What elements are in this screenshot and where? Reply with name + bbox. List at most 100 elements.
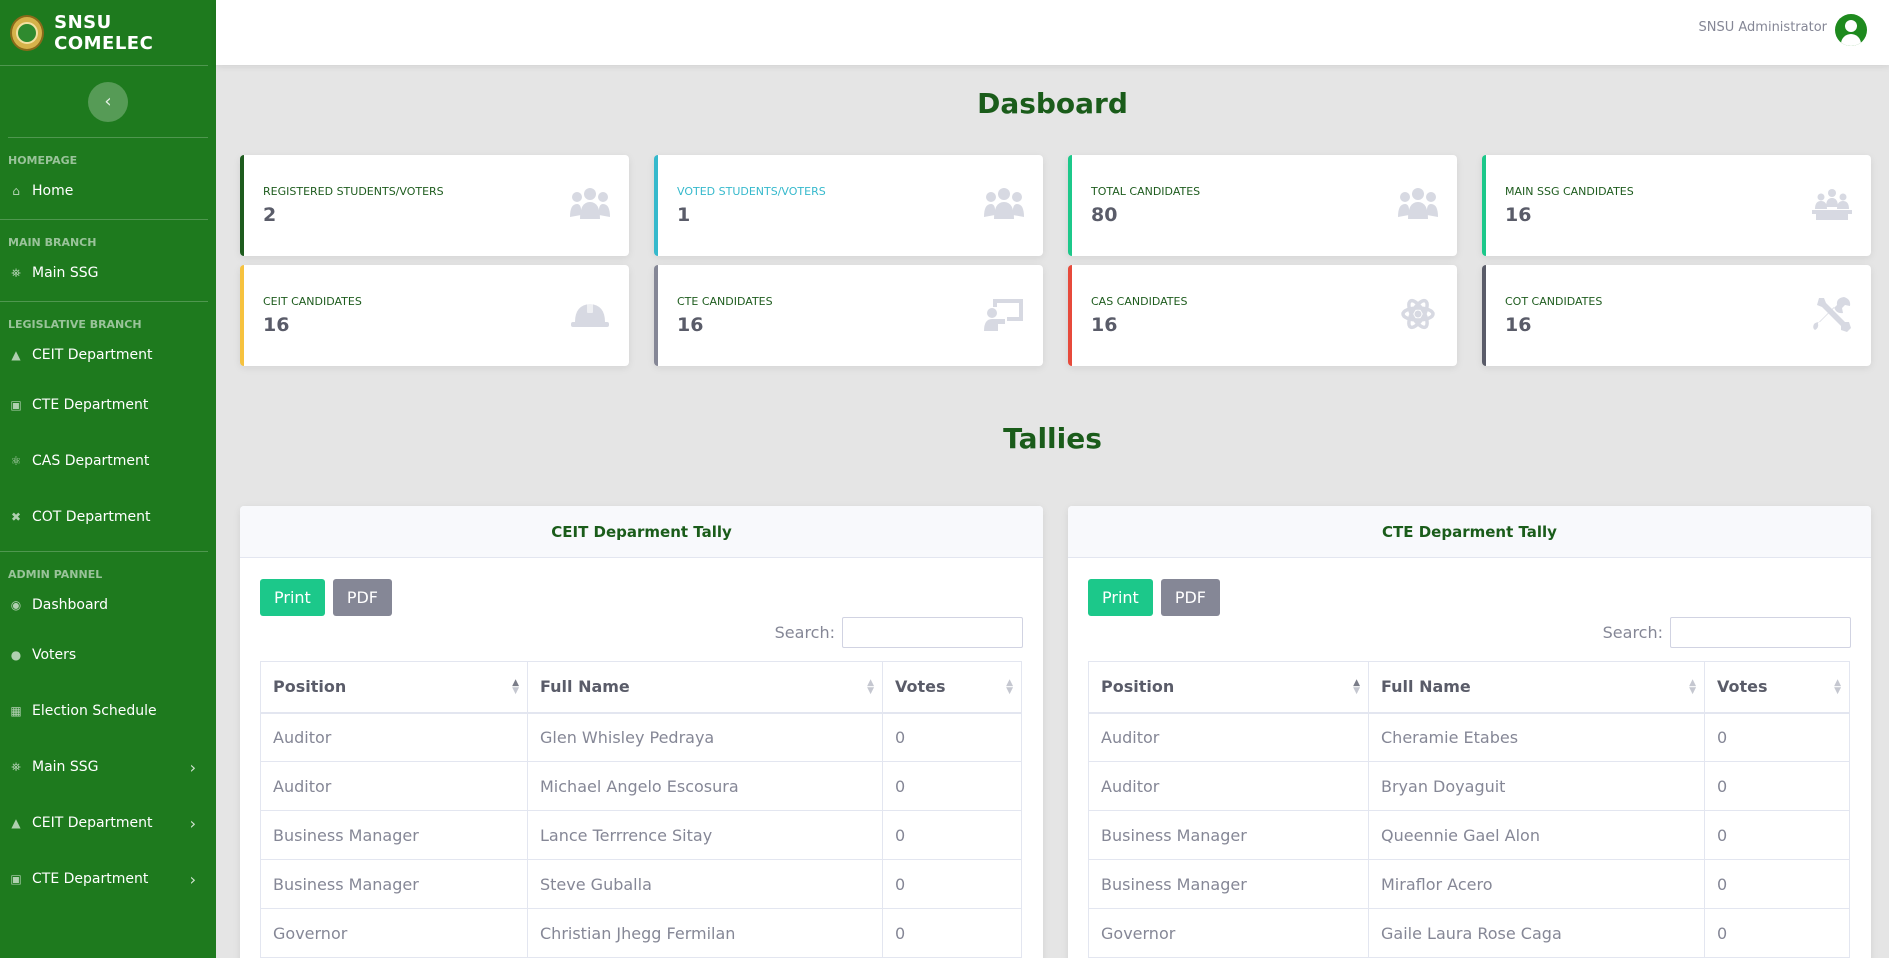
sidebar-item-label: CAS Department	[32, 453, 150, 469]
card-value: 16	[263, 314, 290, 336]
chevron-left-icon: ‹	[104, 91, 112, 112]
cell-votes: 0	[882, 810, 1022, 860]
panel-title: CEIT Deparment Tally	[240, 506, 1043, 558]
card-value: 16	[1091, 314, 1118, 336]
users-icon: ●	[10, 648, 22, 662]
cell-votes: 0	[1704, 859, 1850, 909]
chevron-right-icon: ›	[189, 813, 196, 833]
chevron-right-icon: ›	[189, 757, 196, 777]
stat-card-cas-candidates: CAS CANDIDATES 16	[1068, 265, 1457, 366]
sort-icon: ▲ ▼	[1689, 678, 1696, 696]
sidebar-item-dashboard[interactable]: ◉ Dashboard	[0, 583, 216, 627]
cell-full-name: Bryan Doyaguit	[1368, 761, 1705, 811]
sidebar-toggle-button[interactable]: ‹	[88, 81, 128, 122]
calendar-icon: ▦	[10, 704, 22, 718]
export-buttons: Print PDF	[1088, 579, 1220, 616]
users-icon	[984, 188, 1024, 219]
tally-panel-ceit: CEIT Deparment Tally Print PDF Search: P…	[240, 506, 1043, 958]
sidebar-heading: MAIN BRANCH	[8, 236, 97, 249]
main-content: Dasboard REGISTERED STUDENTS/VOTERS 2 VO…	[216, 65, 1889, 958]
sidebar-item-cas-department[interactable]: ⚛ CAS Department	[0, 433, 208, 489]
cell-position: Business Manager	[1088, 859, 1369, 909]
stat-card-cte-candidates: CTE CANDIDATES 16	[654, 265, 1043, 366]
export-buttons: Print PDF	[260, 579, 392, 616]
cell-full-name: Queennie Gael Alon	[1368, 810, 1705, 860]
column-header-full-name[interactable]: Full Name ▲ ▼	[527, 661, 883, 714]
cell-full-name: Steve Guballa	[527, 859, 883, 909]
chevron-right-icon: ›	[189, 869, 196, 889]
search-input[interactable]	[1670, 617, 1851, 648]
tally-table: Position ▲ ▼ Full Name ▲ ▼ Votes ▲ ▼ Auditor Gl…	[260, 661, 1022, 958]
sidebar-heading: LEGISLATIVE BRANCH	[8, 318, 142, 331]
column-header-position[interactable]: Position ▲ ▼	[1088, 661, 1369, 714]
tools-icon	[1813, 297, 1851, 332]
table-row: Business Manager Queennie Gael Alon 0	[1088, 810, 1850, 860]
user-name[interactable]: SNSU Administrator	[1699, 20, 1828, 35]
search-input[interactable]	[842, 617, 1023, 648]
card-value: 16	[677, 314, 704, 336]
cell-votes: 0	[1704, 908, 1850, 958]
tallies-title: Tallies	[1003, 422, 1102, 455]
dashboard-icon: ◉	[10, 598, 22, 612]
sidebar-item-main-ssg-menu[interactable]: ⛯ Main SSG ›	[0, 739, 216, 795]
cell-full-name: Miraflor Acero	[1368, 859, 1705, 909]
card-label: VOTED STUDENTS/VOTERS	[677, 185, 826, 198]
sidebar-heading: HOMEPAGE	[8, 154, 78, 167]
chalkboard-teacher-icon: ▣	[10, 872, 22, 886]
cell-position: Business Manager	[260, 810, 528, 860]
sidebar-item-ceit-department[interactable]: ▲ CEIT Department	[0, 333, 208, 377]
card-value: 2	[263, 204, 277, 226]
table-row: Business Manager Steve Guballa 0	[260, 859, 1022, 909]
hard-hat-icon	[571, 301, 609, 327]
sidebar-item-voters[interactable]: ● Voters	[0, 627, 216, 683]
atom-icon	[1401, 298, 1435, 330]
card-label: MAIN SSG CANDIDATES	[1505, 185, 1634, 198]
cell-votes: 0	[882, 712, 1022, 762]
sidebar-item-election-schedule[interactable]: ▦ Election Schedule	[0, 683, 216, 739]
sidebar-item-cte-department[interactable]: ▣ CTE Department	[0, 377, 208, 433]
sidebar-item-main-ssg[interactable]: ⛯ Main SSG	[0, 251, 208, 295]
cell-votes: 0	[1704, 810, 1850, 860]
user-avatar-icon[interactable]	[1835, 14, 1867, 46]
table-row: Governor Gaile Laura Rose Caga 0	[1088, 908, 1850, 958]
sidebar-item-home[interactable]: ⌂ Home	[0, 169, 208, 213]
pdf-button[interactable]: PDF	[332, 579, 392, 616]
sidebar-item-ceit-department-menu[interactable]: ▲ CEIT Department ›	[0, 795, 216, 851]
table-header-row: Position ▲ ▼ Full Name ▲ ▼ Votes ▲ ▼	[1088, 661, 1850, 714]
column-header-votes[interactable]: Votes ▲ ▼	[1704, 661, 1850, 714]
sidebar-section-admin-pannel: ADMIN PANNEL ◉ Dashboard ● Voters ▦ Elec…	[0, 552, 216, 907]
hard-hat-icon: ▲	[11, 348, 21, 362]
column-header-full-name[interactable]: Full Name ▲ ▼	[1368, 661, 1705, 714]
sidebar-item-label: Main SSG	[32, 759, 99, 775]
stat-card-voted-voters: VOTED STUDENTS/VOTERS 1	[654, 155, 1043, 256]
sidebar-item-cte-department-menu[interactable]: ▣ CTE Department ›	[0, 851, 216, 907]
sidebar-item-label: CEIT Department	[32, 815, 153, 831]
table-search: Search:	[1603, 617, 1851, 648]
table-row: Business Manager Lance Terrrence Sitay 0	[260, 810, 1022, 860]
column-header-votes[interactable]: Votes ▲ ▼	[882, 661, 1022, 714]
sidebar-item-label: CTE Department	[32, 871, 149, 887]
card-label: CAS CANDIDATES	[1091, 295, 1188, 308]
cell-position: Governor	[260, 908, 528, 958]
stat-card-cot-candidates: COT CANDIDATES 16	[1482, 265, 1871, 366]
sidebar-heading: ADMIN PANNEL	[8, 568, 103, 581]
sort-icon: ▲ ▼	[512, 678, 519, 696]
sidebar-item-label: Home	[32, 183, 74, 199]
users-icon	[570, 188, 610, 219]
pdf-button[interactable]: PDF	[1160, 579, 1220, 616]
cell-position: Auditor	[260, 712, 528, 762]
sort-icon: ▲ ▼	[867, 678, 874, 696]
print-button[interactable]: Print	[260, 579, 325, 616]
cell-position: Auditor	[260, 761, 528, 811]
table-row: Business Manager Miraflor Acero 0	[1088, 859, 1850, 909]
sidebar-section-homepage: HOMEPAGE ⌂ Home	[0, 138, 208, 220]
sidebar-item-cot-department[interactable]: ✖ COT Department	[0, 489, 208, 545]
search-label: Search:	[774, 623, 835, 642]
sidebar-item-label: Voters	[32, 647, 77, 663]
print-button[interactable]: Print	[1088, 579, 1153, 616]
stat-card-ceit-candidates: CEIT CANDIDATES 16	[240, 265, 629, 366]
cell-full-name: Gaile Laura Rose Caga	[1368, 908, 1705, 958]
brand[interactable]: SNSU COMELEC	[0, 0, 208, 66]
topbar: SNSU Administrator	[216, 0, 1889, 65]
column-header-position[interactable]: Position ▲ ▼	[260, 661, 528, 714]
